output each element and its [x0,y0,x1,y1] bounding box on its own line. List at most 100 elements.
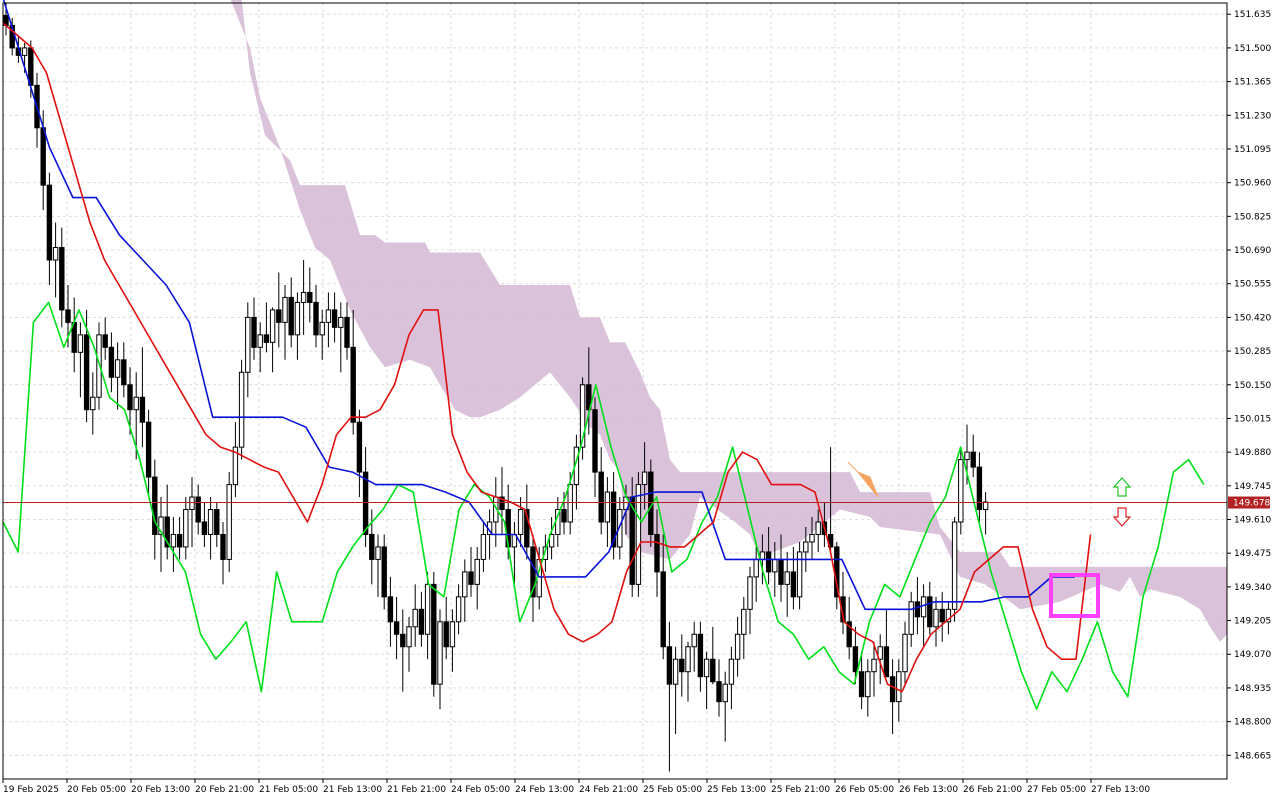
candle-bearish [263,334,270,343]
candle-bearish [970,451,976,468]
x-tick-label: 19 Feb 2025 [3,785,59,795]
candle-bullish [691,633,697,648]
x-tick-label: 20 Feb 21:00 [195,785,254,795]
candle-bullish [52,247,59,261]
chart-window[interactable]: 149.678 151.635 151.500 151.365 151.230 151.… [0,0,1280,800]
candle-bullish [672,658,679,685]
y-tick-label: 150.285 [1234,347,1271,357]
candle-bearish [176,533,183,548]
x-tick-label: 24 Feb 13:00 [515,785,574,795]
candle-bearish [400,633,406,648]
y-tick-label: 148.800 [1234,718,1271,728]
candle-bullish [257,334,263,348]
candle-bullish [474,558,480,585]
candle-bullish [772,558,778,573]
candle-bullish [412,608,418,628]
candle-bearish [660,571,666,648]
candle-bearish [883,646,890,678]
candle-bearish [927,596,933,628]
y-tick-label: 149.745 [1234,482,1271,492]
y-tick-label: 151.635 [1234,10,1271,20]
candle-bearish [889,676,896,703]
candle-bullish [170,533,177,548]
y-tick-label: 149.610 [1234,516,1271,526]
candle-bullish [703,658,710,678]
candle-bearish [369,533,375,560]
candle-bearish [598,471,604,523]
candle-bearish [313,301,319,336]
candle-bullish [90,396,96,411]
candle-bullish [189,496,195,511]
x-tick-label: 24 Feb 21:00 [579,785,638,795]
candle-bullish [375,546,381,560]
y-tick-label: 148.935 [1234,684,1271,694]
candle-bullish [437,621,443,685]
x-tick-label: 27 Feb 13:00 [1091,785,1150,795]
candle-bearish [145,421,152,478]
candle-bullish [728,658,735,685]
candle-bearish [65,309,71,323]
candle-bullish [77,334,84,353]
candle-bearish [387,596,394,623]
candle-bullish [238,371,245,448]
candle-bearish [778,558,784,585]
y-tick-label: 150.825 [1234,212,1271,222]
candle-bullish [958,459,964,523]
candle-bullish [635,484,642,585]
candle-bearish [666,646,673,685]
candle-bullish [933,608,939,628]
candle-bearish [331,309,338,328]
candle-bearish [381,546,387,598]
candle-bullish [133,396,139,411]
candle-bearish [914,601,921,618]
candle-bearish [108,346,115,378]
candle-bearish [350,346,356,423]
candle-bearish [362,471,369,535]
candle-bearish [139,396,146,423]
y-tick-label: 151.095 [1234,145,1271,155]
candle-bearish [307,291,313,303]
candle-bullish [480,533,487,560]
candle-bullish [207,509,214,535]
x-tick-label: 20 Feb 13:00 [131,785,190,795]
candle-bullish [784,571,790,585]
candle-bearish [46,184,53,261]
candle-bearish [468,571,474,585]
candle-bearish [561,509,567,523]
candle-bullish [567,484,573,523]
candle-bearish [418,608,425,635]
candle-bullish [226,484,232,560]
y-tick-label: 150.960 [1234,179,1271,189]
ichimoku-chart[interactable]: 149.678 151.635 151.500 151.365 151.230 151.… [0,0,1280,800]
candle-bearish [40,127,46,186]
candle-bullish [114,359,121,378]
y-tick-label: 150.420 [1234,313,1271,323]
candle-bullish [406,626,412,648]
candle-bullish [517,509,524,535]
y-tick-label: 151.365 [1234,78,1271,88]
candle-bearish [102,334,108,348]
y-tick-label: 150.015 [1234,414,1271,424]
candle-bullish [982,501,989,511]
candle-bearish [852,646,859,673]
x-tick-label: 21 Feb 13:00 [323,785,382,795]
x-tick-label: 24 Feb 05:00 [451,785,510,795]
candle-bearish [393,621,400,635]
y-tick-label: 149.880 [1234,448,1271,458]
candle-bearish [220,533,226,560]
x-tick-label: 21 Feb 21:00 [387,785,446,795]
y-tick-label: 151.230 [1234,111,1271,121]
candle-bullish [319,321,325,336]
candle-bullish [282,296,288,323]
y-tick-label: 150.555 [1234,280,1271,290]
x-tick-label: 25 Feb 05:00 [643,785,702,795]
x-tick-label: 25 Feb 21:00 [771,785,830,795]
candle-bearish [127,384,133,411]
candle-bullish [951,521,958,610]
candle-bullish [964,451,970,461]
candle-bearish [710,658,716,683]
candle-bullish [920,596,927,618]
candle-bearish [654,533,660,573]
candle-bearish [201,521,208,535]
candle-bullish [722,683,728,703]
